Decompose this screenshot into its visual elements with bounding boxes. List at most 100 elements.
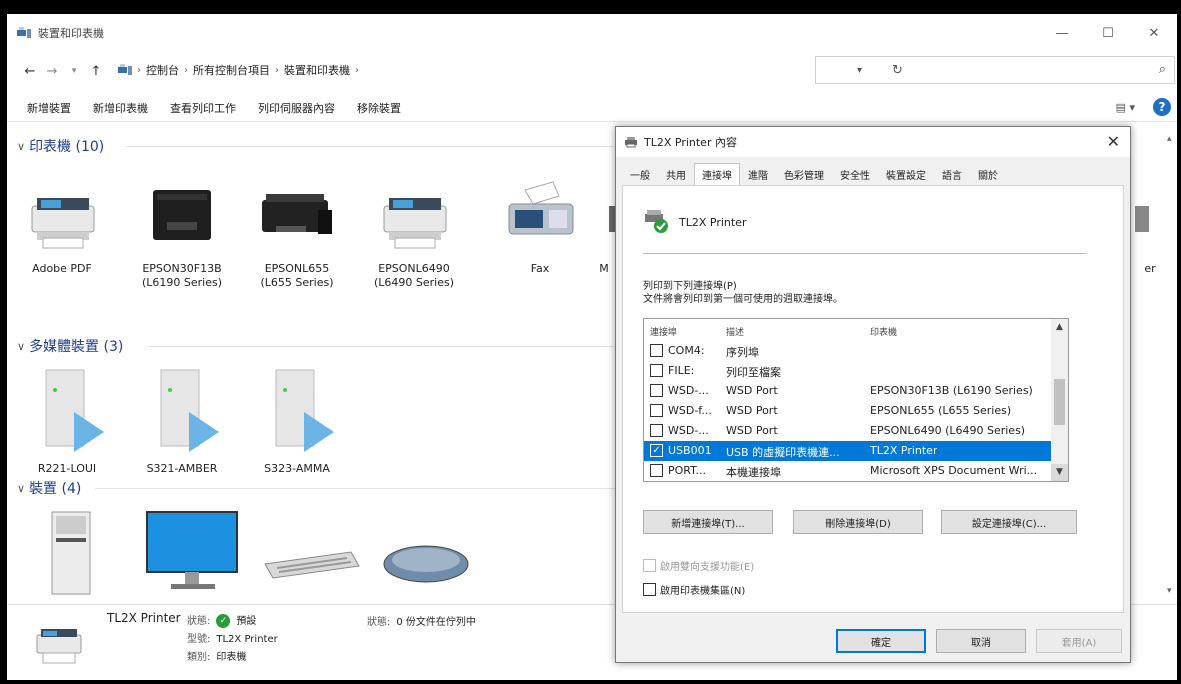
media-device-item[interactable]: R221-LOUI bbox=[12, 366, 122, 476]
media-device-item[interactable]: S321-AMBER bbox=[127, 366, 237, 476]
dialog-close-button[interactable]: ✕ bbox=[1107, 132, 1120, 151]
minimize-button[interactable]: — bbox=[1039, 14, 1085, 52]
tab-ports[interactable]: 連接埠 bbox=[694, 163, 740, 185]
scroll-up-icon[interactable]: ▲ bbox=[1051, 319, 1068, 336]
port-row[interactable]: WSD-... WSD Port EPSON30F13B (L6190 Seri… bbox=[644, 381, 1051, 401]
scroll-thumb[interactable] bbox=[1054, 379, 1065, 425]
tab-general[interactable]: 一般 bbox=[622, 163, 658, 185]
close-button[interactable]: ✕ bbox=[1131, 14, 1177, 52]
up-arrow-icon[interactable]: ↑ bbox=[85, 64, 107, 79]
forward-arrow-icon[interactable]: → bbox=[41, 64, 63, 79]
column-header-printer[interactable]: 印表機 bbox=[870, 325, 897, 338]
breadcrumb-chevron-icon[interactable]: › bbox=[275, 65, 279, 76]
group-header-multimedia[interactable]: ∨ 多媒體裝置 (3) bbox=[17, 336, 123, 356]
address-box[interactable]: › 控制台 › 所有控制台項目 › 裝置和印表機 › ▾ ↻ bbox=[117, 57, 903, 83]
media-device-item[interactable]: S323-AMMA bbox=[242, 366, 352, 476]
checkbox-box[interactable] bbox=[643, 583, 656, 596]
keyboard-item[interactable] bbox=[255, 508, 365, 604]
breadcrumb-chevron-icon[interactable]: › bbox=[355, 65, 359, 76]
group-header-devices[interactable]: ∨ 裝置 (4) bbox=[17, 478, 81, 498]
tab-about[interactable]: 關於 bbox=[970, 163, 1006, 185]
remove-device-button[interactable]: 移除裝置 bbox=[357, 100, 401, 116]
port-row-selected[interactable]: ✓ USB001 USB 的虛擬印表機連... TL2X Printer bbox=[644, 441, 1051, 461]
port-row[interactable]: FILE: 列印至檔案 bbox=[644, 361, 1051, 381]
collapse-chevron-icon[interactable]: ∨ bbox=[17, 140, 25, 153]
window-title: 裝置和印表機 bbox=[38, 27, 104, 40]
scroll-down-icon[interactable]: ▼ bbox=[1051, 464, 1068, 481]
configure-port-button[interactable]: 設定連接埠(C)... bbox=[941, 510, 1077, 534]
main-scrollbar[interactable]: ▴ ▾ bbox=[1167, 126, 1175, 604]
bidirectional-support-checkbox[interactable]: 啟用雙向支援功能(E) bbox=[643, 558, 754, 573]
fax-item[interactable]: Fax bbox=[485, 176, 595, 276]
ports-tab-panel: TL2X Printer 列印到下列連接埠(P) 文件將會列印到第一個可使用的週… bbox=[622, 185, 1124, 613]
port-checkbox[interactable] bbox=[650, 364, 663, 377]
fax-icon bbox=[508, 181, 574, 235]
tab-advanced[interactable]: 進階 bbox=[740, 163, 776, 185]
printer-item[interactable]: Adobe PDF bbox=[7, 176, 117, 276]
printer-item[interactable]: EPSON30F13B (L6190 Series) bbox=[127, 176, 237, 290]
tab-security[interactable]: 安全性 bbox=[832, 163, 878, 185]
port-checkbox[interactable] bbox=[650, 424, 663, 437]
tab-color-management[interactable]: 色彩管理 bbox=[776, 163, 832, 185]
port-name: WSD-... bbox=[668, 384, 709, 397]
cancel-button[interactable]: 取消 bbox=[936, 629, 1026, 653]
port-row[interactable]: COM4: 序列埠 bbox=[644, 341, 1051, 361]
port-row[interactable]: WSD-f... WSD Port EPSONL655 (L655 Series… bbox=[644, 401, 1051, 421]
ports-description-line1: 列印到下列連接埠(P) bbox=[643, 281, 737, 292]
port-checkbox-checked[interactable]: ✓ bbox=[650, 444, 663, 457]
breadcrumb-control-panel[interactable]: 控制台 bbox=[146, 62, 179, 78]
port-row[interactable]: WSD-... WSD Port EPSONL6490 (L6490 Serie… bbox=[644, 421, 1051, 441]
port-list[interactable]: 連接埠 描述 印表機 COM4: 序列埠 FILE: 列印至檔案 WSD-...… bbox=[643, 318, 1069, 482]
help-icon[interactable]: ? bbox=[1153, 98, 1171, 116]
add-device-button[interactable]: 新增裝置 bbox=[27, 100, 71, 116]
devices-printers-icon bbox=[17, 27, 31, 38]
search-input[interactable]: ⌕ bbox=[815, 56, 1175, 84]
port-row[interactable]: PORT... 本機連接埠 Microsoft XPS Document Wri… bbox=[644, 461, 1051, 481]
ok-button[interactable]: 確定 bbox=[836, 629, 926, 653]
recent-chevron-icon[interactable]: ▾ bbox=[63, 66, 85, 76]
scroll-down-icon[interactable]: ▾ bbox=[1167, 586, 1172, 596]
breadcrumb-chevron-icon[interactable]: › bbox=[137, 65, 141, 76]
port-checkbox[interactable] bbox=[650, 384, 663, 397]
computer-item[interactable] bbox=[25, 508, 115, 604]
column-header-port[interactable]: 連接埠 bbox=[650, 325, 677, 338]
collapse-chevron-icon[interactable]: ∨ bbox=[17, 340, 25, 353]
printer-item[interactable]: EPSONL655 (L655 Series) bbox=[242, 176, 352, 290]
back-arrow-icon[interactable]: ← bbox=[19, 64, 41, 79]
printer-item[interactable]: EPSONL6490 (L6490 Series) bbox=[359, 176, 469, 290]
printer-pooling-checkbox[interactable]: 啟用印表機集區(N) bbox=[643, 582, 745, 597]
port-name: USB001 bbox=[668, 444, 712, 457]
collapse-chevron-icon[interactable]: ∨ bbox=[17, 482, 25, 495]
delete-port-button[interactable]: 刪除連接埠(D) bbox=[793, 510, 923, 534]
tab-sharing[interactable]: 共用 bbox=[658, 163, 694, 185]
breadcrumb-chevron-icon[interactable]: › bbox=[184, 65, 188, 76]
mouse-item[interactable] bbox=[372, 508, 482, 604]
monitor-item[interactable] bbox=[137, 508, 247, 604]
print-server-properties-button[interactable]: 列印伺服器內容 bbox=[258, 100, 335, 116]
default-printer-icon bbox=[645, 210, 668, 233]
port-checkbox[interactable] bbox=[650, 344, 663, 357]
group-header-printers[interactable]: ∨ 印表機 (10) bbox=[17, 136, 104, 156]
divider bbox=[643, 253, 1087, 254]
port-list-scrollbar[interactable]: ▲ ▼ bbox=[1051, 319, 1068, 481]
tab-language[interactable]: 語言 bbox=[934, 163, 970, 185]
view-options-icon[interactable]: ▤ ▾ bbox=[1116, 101, 1135, 114]
command-bar: 新增裝置 新增印表機 查看列印工作 列印伺服器內容 移除裝置 ▤ ▾ ? bbox=[7, 94, 1177, 122]
maximize-button[interactable]: ☐ bbox=[1085, 14, 1131, 52]
apply-button[interactable]: 套用(A) bbox=[1036, 629, 1122, 653]
port-checkbox[interactable] bbox=[650, 404, 663, 417]
see-print-jobs-button[interactable]: 查看列印工作 bbox=[170, 100, 236, 116]
port-checkbox[interactable] bbox=[650, 464, 663, 477]
breadcrumb-all-items[interactable]: 所有控制台項目 bbox=[193, 62, 270, 78]
add-port-button[interactable]: 新增連接埠(T)... bbox=[643, 510, 773, 534]
scroll-up-icon[interactable]: ▴ bbox=[1167, 134, 1172, 144]
printer-item[interactable]: er bbox=[1135, 176, 1165, 276]
printer-properties-dialog: TL2X Printer 內容 ✕ 一般 共用 連接埠 進階 色彩管理 安全性 … bbox=[615, 126, 1131, 663]
column-header-description[interactable]: 描述 bbox=[726, 325, 744, 338]
tab-device-settings[interactable]: 裝置設定 bbox=[878, 163, 934, 185]
device-name: R221-LOUI bbox=[37, 462, 97, 475]
printer-name: er bbox=[1144, 262, 1156, 275]
checkbox-box[interactable] bbox=[643, 559, 656, 572]
breadcrumb-devices-printers[interactable]: 裝置和印表機 bbox=[284, 62, 350, 78]
add-printer-button[interactable]: 新增印表機 bbox=[93, 100, 148, 116]
